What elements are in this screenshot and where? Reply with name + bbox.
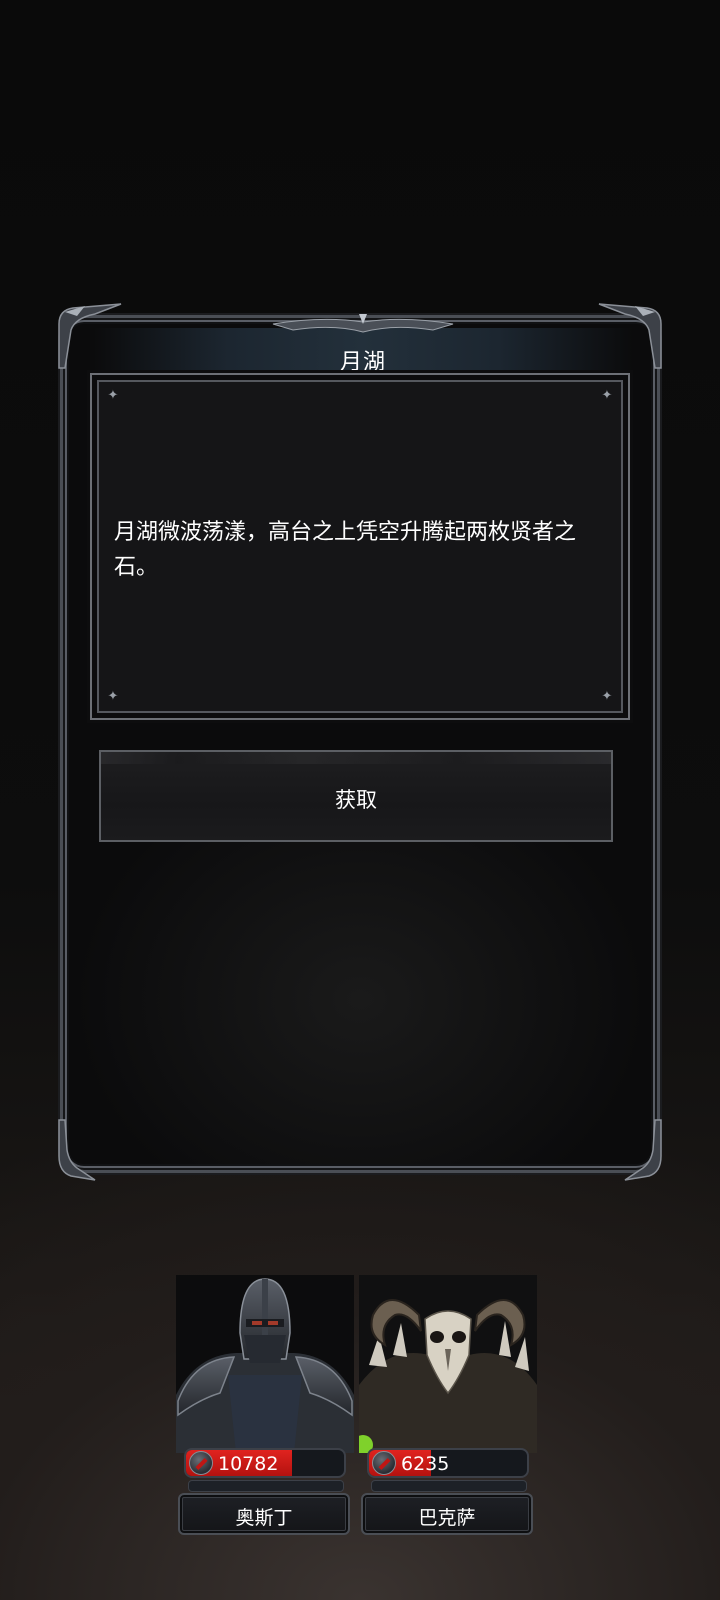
energy-bar <box>188 1480 344 1492</box>
sparkle-icon: ✦ <box>107 689 119 704</box>
sparkle-icon: ✦ <box>107 388 119 403</box>
obtain-button-label: 获取 <box>335 788 377 812</box>
hero-card-austin[interactable]: 10782 奥斯丁 <box>176 1275 354 1535</box>
dialog-title: 月湖 <box>339 350 386 375</box>
sparkle-icon: ✦ <box>601 689 613 704</box>
hero-name-plate: 奥斯丁 <box>178 1493 350 1535</box>
frame-corner-ornament-icon <box>624 1119 662 1181</box>
sparkle-icon: ✦ <box>601 388 613 403</box>
game-screen: 月湖 ✦ ✦ ✦ ✦ 月湖微波荡漾，高台之上凭空升腾起两枚贤者之石。 获取 10… <box>0 0 720 1600</box>
hp-value: 10782 <box>218 1453 279 1475</box>
party-roster: 10782 奥斯丁 6235 巴克萨 <box>176 1275 538 1535</box>
frame-corner-ornament-icon <box>58 1119 96 1181</box>
event-message-panel: ✦ ✦ ✦ ✦ 月湖微波荡漾，高台之上凭空升腾起两枚贤者之石。 <box>90 373 630 720</box>
hero-card-baksa[interactable]: 6235 巴克萨 <box>359 1275 537 1535</box>
hp-bar: 10782 <box>184 1448 346 1478</box>
hp-bar: 6235 <box>367 1448 529 1478</box>
energy-bar <box>371 1480 527 1492</box>
hero-name: 奥斯丁 <box>235 1507 293 1529</box>
event-message-text: 月湖微波荡漾，高台之上凭空升腾起两枚贤者之石。 <box>114 520 577 580</box>
hp-value: 6235 <box>401 1453 450 1475</box>
hero-name-plate: 巴克萨 <box>361 1493 533 1535</box>
sword-icon <box>189 1451 213 1475</box>
armored-knight-portrait-icon <box>176 1275 354 1453</box>
obtain-button[interactable]: 获取 <box>99 750 613 842</box>
sword-icon <box>372 1451 396 1475</box>
event-dialog: 月湖 ✦ ✦ ✦ ✦ 月湖微波荡漾，高台之上凭空升腾起两枚贤者之石。 获取 <box>58 303 662 1181</box>
hero-name: 巴克萨 <box>418 1507 476 1529</box>
ram-skull-shaman-portrait-icon <box>359 1275 537 1453</box>
dialog-title-bar: 月湖 <box>93 314 633 393</box>
